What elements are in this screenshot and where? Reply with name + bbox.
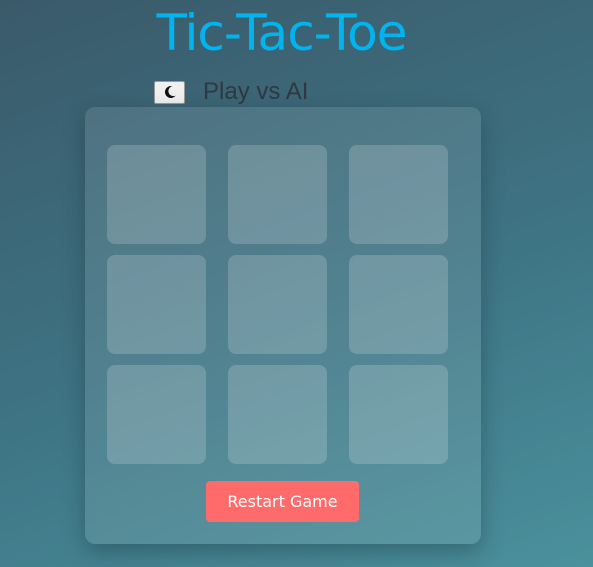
game-board: Restart Game [85, 107, 481, 544]
theme-toggle-button[interactable] [154, 80, 185, 104]
moon-icon [164, 85, 176, 98]
restart-game-button[interactable]: Restart Game [206, 481, 359, 522]
game-title: Tic-Tac-Toe [156, 4, 407, 62]
board-cell-5[interactable] [228, 255, 327, 354]
board-cell-6[interactable] [349, 255, 448, 354]
top-bar: Play vs AI [154, 78, 308, 106]
board-cell-1[interactable] [107, 145, 206, 244]
board-cell-3[interactable] [349, 145, 448, 244]
board-cell-7[interactable] [107, 365, 206, 464]
board-cell-4[interactable] [107, 255, 206, 354]
mode-label: Play vs AI [203, 78, 309, 105]
board-cell-2[interactable] [228, 145, 327, 244]
board-cell-8[interactable] [228, 365, 327, 464]
board-cell-9[interactable] [349, 365, 448, 464]
